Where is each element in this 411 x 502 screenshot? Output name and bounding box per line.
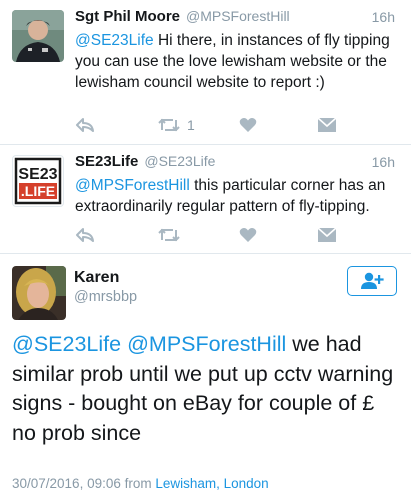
location-link[interactable]: Lewisham, London xyxy=(155,476,268,491)
tweet-karen-detail: Karen @mrsbbp @SE23Life @MPSForestHill w… xyxy=(0,254,411,502)
author-handle[interactable]: @SE23Life xyxy=(144,153,215,169)
tweet-text: @MPSForestHill this particular corner ha… xyxy=(75,175,403,217)
tweet-text: @SE23Life @MPSForestHill we had similar … xyxy=(12,330,403,448)
timestamp: 30/07/2016, 09:06 from xyxy=(12,476,156,491)
retweet-icon xyxy=(158,118,180,132)
like-icon[interactable] xyxy=(239,227,257,243)
logo-text-bottom: .LIFE xyxy=(21,183,55,199)
tweet-header: SE23Life @SE23Life 16h xyxy=(75,153,401,173)
timestamp: 16h xyxy=(371,154,395,170)
avatar[interactable] xyxy=(12,10,64,62)
add-user-icon xyxy=(361,272,384,289)
reply-icon[interactable] xyxy=(75,117,95,133)
tweet-actions: 1 xyxy=(75,115,351,135)
mention-link[interactable]: @MPSForestHill xyxy=(127,332,286,356)
mention-link[interactable]: @SE23Life xyxy=(12,332,121,356)
author-name[interactable]: SE23Life xyxy=(75,153,138,170)
direct-message-icon[interactable] xyxy=(318,118,336,132)
retweet-button[interactable]: 1 xyxy=(158,117,195,133)
retweet-icon xyxy=(158,228,180,242)
direct-message-icon[interactable] xyxy=(318,228,336,242)
tweet-text: @SE23Life Hi there, in instances of fly … xyxy=(75,30,403,93)
tweet-header: Sgt Phil Moore @MPSForestHill 16h xyxy=(75,8,401,28)
timestamp: 16h xyxy=(371,9,395,25)
mention-link[interactable]: @SE23Life xyxy=(75,32,154,49)
tweet-meta: 30/07/2016, 09:06 from Lewisham, London xyxy=(12,476,269,491)
like-icon[interactable] xyxy=(239,117,257,133)
avatar[interactable]: SE23 .LIFE xyxy=(12,155,64,207)
tweet-phil-moore[interactable]: Sgt Phil Moore @MPSForestHill 16h @SE23Li… xyxy=(0,0,411,145)
author-name[interactable]: Karen xyxy=(74,269,119,287)
reply-icon[interactable] xyxy=(75,227,95,243)
author-handle[interactable]: @mrsbbp xyxy=(74,289,137,305)
follow-button[interactable] xyxy=(347,266,397,296)
retweet-button[interactable] xyxy=(158,227,187,243)
logo-text-top: SE23 xyxy=(18,166,57,183)
author-name[interactable]: Sgt Phil Moore xyxy=(75,8,180,25)
author-handle[interactable]: @MPSForestHill xyxy=(186,8,290,24)
tweet-actions xyxy=(75,225,351,245)
retweet-count: 1 xyxy=(187,117,195,133)
tweet-se23life[interactable]: SE23 .LIFE SE23Life @SE23Life 16h @MPSFor… xyxy=(0,145,411,254)
mention-link[interactable]: @MPSForestHill xyxy=(75,177,190,194)
avatar[interactable] xyxy=(12,266,66,320)
